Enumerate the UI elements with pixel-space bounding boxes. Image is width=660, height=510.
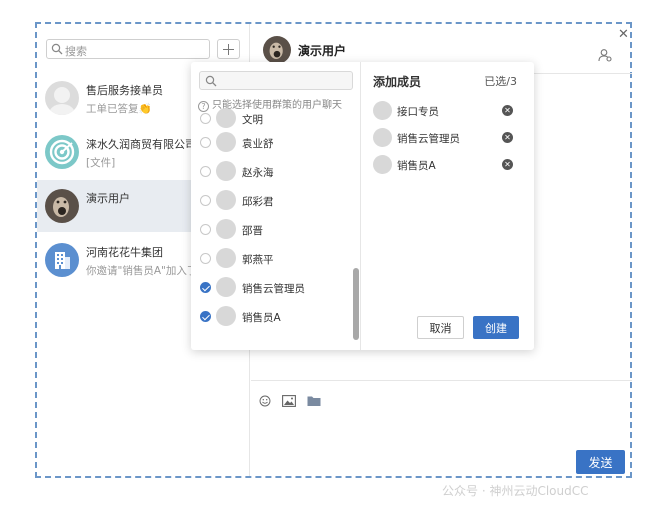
default-avatar (45, 81, 79, 115)
member-avatar (216, 161, 236, 181)
member-avatar (216, 108, 236, 128)
member-avatar (216, 190, 236, 210)
selected-title: 添加成员 (373, 75, 422, 89)
remove-icon[interactable]: ✕ (502, 105, 513, 116)
member-checkbox[interactable] (200, 113, 211, 124)
watermark: 公众号 · 神州云动CloudCC (442, 484, 589, 498)
member-avatar (373, 128, 392, 147)
add-conversation-button[interactable] (217, 39, 240, 59)
close-icon[interactable]: ✕ (618, 27, 629, 42)
member-avatar (373, 101, 392, 120)
member-name: 邱彩君 (242, 196, 274, 208)
member-row[interactable]: 销售云管理员 (191, 274, 351, 302)
conversation-name: 涞水久润商贸有限公司- (86, 138, 200, 151)
chat-title: 演示用户 (298, 44, 347, 58)
conversation-name: 演示用户 (86, 192, 130, 205)
building-icon (45, 243, 79, 277)
member-checkbox[interactable] (200, 224, 211, 235)
member-search-input[interactable] (199, 71, 353, 90)
member-row[interactable]: 销售员A (191, 303, 351, 331)
user-settings-icon[interactable] (598, 48, 612, 62)
member-avatar (216, 248, 236, 268)
search-icon (51, 43, 63, 55)
member-row[interactable]: 邵晋 (191, 216, 351, 244)
chat-avatar (263, 36, 291, 64)
member-checkbox[interactable] (200, 137, 211, 148)
folder-icon[interactable] (307, 395, 321, 407)
compose-area[interactable] (251, 380, 632, 476)
user-photo-avatar (45, 189, 79, 223)
remove-icon[interactable]: ✕ (502, 132, 513, 143)
remove-icon[interactable]: ✕ (502, 159, 513, 170)
member-checkbox-checked[interactable] (200, 282, 211, 293)
selected-member: 接口专员 ✕ (362, 98, 534, 124)
selected-member-name: 接口专员 (397, 106, 439, 118)
conversation-preview: 工单已答复👏 (86, 103, 152, 115)
search-placeholder: 搜索 (65, 45, 87, 58)
member-checkbox[interactable] (200, 253, 211, 264)
member-name: 销售员A (242, 312, 281, 324)
emoji-icon[interactable] (258, 395, 272, 407)
member-list-scrollbar[interactable] (353, 268, 359, 340)
add-member-dialog: ? 只能选择使用群策的用户聊天 文明 袁业舒 赵永海 邱彩君 邵晋 郭燕平 销售… (191, 62, 534, 350)
member-checkbox-checked[interactable] (200, 311, 211, 322)
selected-member: 销售员A ✕ (362, 152, 534, 178)
create-button[interactable]: 创建 (473, 316, 519, 339)
member-avatar (216, 277, 236, 297)
conversation-preview: 你邀请"销售员A"加入了 (86, 265, 198, 277)
cancel-button[interactable]: 取消 (417, 316, 464, 339)
member-avatar (216, 219, 236, 239)
member-row[interactable]: 邱彩君 (191, 187, 351, 215)
send-button[interactable]: 发送 (576, 450, 625, 474)
search-input[interactable]: 搜索 (46, 39, 210, 59)
selected-member: 销售云管理员 ✕ (362, 125, 534, 151)
conversation-name: 售后服务接单员 (86, 84, 163, 97)
target-logo-icon (45, 135, 79, 169)
member-row[interactable]: 郭燕平 (191, 245, 351, 273)
member-checkbox[interactable] (200, 166, 211, 177)
member-name: 文明 (242, 114, 263, 126)
conversation-preview: [文件] (86, 157, 116, 169)
member-checkbox[interactable] (200, 195, 211, 206)
member-name: 郭燕平 (242, 254, 274, 266)
member-name: 赵永海 (242, 167, 274, 179)
member-avatar (373, 155, 392, 174)
member-name: 邵晋 (242, 225, 263, 237)
search-icon (205, 75, 217, 87)
member-row[interactable]: 赵永海 (191, 158, 351, 186)
image-icon[interactable] (282, 395, 296, 407)
member-picker: ? 只能选择使用群策的用户聊天 文明 袁业舒 赵永海 邱彩君 邵晋 郭燕平 销售… (191, 62, 361, 350)
selected-members-panel: 添加成员 已选/3 接口专员 ✕ 销售云管理员 ✕ 销售员A ✕ 取消 创建 (362, 62, 534, 350)
conversation-name: 河南花花牛集团 (86, 246, 163, 259)
selected-count: 已选/3 (484, 75, 517, 88)
selected-member-name: 销售云管理员 (397, 133, 460, 145)
member-row[interactable]: 袁业舒 (191, 129, 351, 157)
member-name: 袁业舒 (242, 138, 274, 150)
selected-member-name: 销售员A (397, 160, 436, 172)
member-avatar (216, 306, 236, 326)
member-name: 销售云管理员 (242, 283, 305, 295)
member-avatar (216, 132, 236, 152)
